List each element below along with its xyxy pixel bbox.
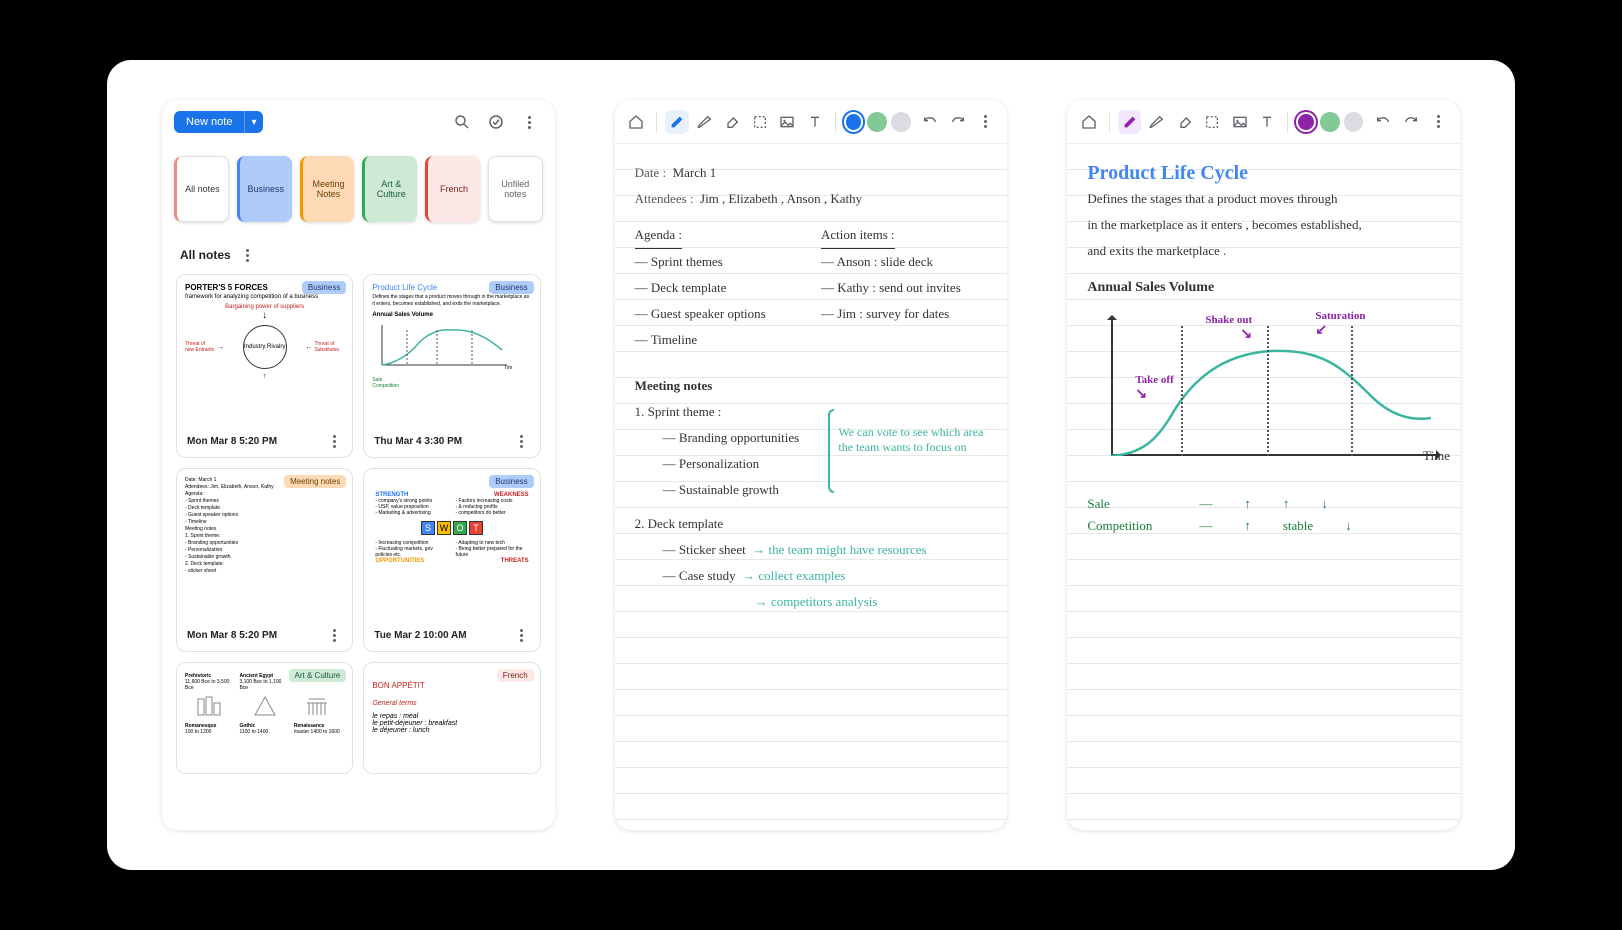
folder-french[interactable]: French (425, 156, 480, 222)
product-lifecycle-panel: Product Life Cycle Defines the stages th… (1067, 100, 1460, 830)
note-tag: French (497, 669, 534, 682)
brush-icon[interactable] (693, 110, 717, 134)
text-icon[interactable] (1256, 110, 1280, 134)
note-preview: French BON APPÉTIT General terms le repa… (364, 663, 539, 773)
home-icon[interactable] (1077, 110, 1101, 134)
note-footer: Mon Mar 8 5:20 PM (177, 619, 352, 651)
folder-all-notes[interactable]: All notes (174, 156, 229, 222)
note-footer: Thu Mar 4 3:30 PM (364, 425, 539, 457)
lifecycle-chart: Take off↘ Shake out↘ Saturation↙ Time (1087, 316, 1440, 476)
more-icon[interactable] (974, 110, 998, 134)
color-green[interactable] (867, 112, 887, 132)
select-icon[interactable] (748, 110, 772, 134)
note-more-icon[interactable] (514, 433, 530, 449)
eraser-icon[interactable] (1173, 110, 1197, 134)
image-icon[interactable] (1228, 110, 1252, 134)
checkmark-icon[interactable] (483, 109, 509, 135)
text-icon[interactable] (803, 110, 827, 134)
new-note-button[interactable]: New note (174, 111, 244, 133)
pen-icon[interactable] (1118, 110, 1142, 134)
note-preview: Art & Culture Prehistoric11,600 Bce to 3… (177, 663, 352, 773)
meeting-editor-panel: Date : March 1 Attendees : Jim , Elizabe… (615, 100, 1008, 830)
note-preview: Business STRENGTH- company's strong poin… (364, 469, 539, 619)
note-tag: Business (489, 475, 533, 488)
notes-list-panel: New note ▾ All notes Business Meeting No… (162, 100, 555, 830)
redo-icon[interactable] (1399, 110, 1423, 134)
search-icon[interactable] (449, 109, 475, 135)
new-note-dropdown[interactable]: ▾ (244, 111, 262, 133)
note-card[interactable]: Meeting notes Date: March 1 Attendees: J… (176, 468, 353, 652)
color-green[interactable] (1320, 112, 1340, 132)
app-frame: New note ▾ All notes Business Meeting No… (107, 60, 1515, 870)
brush-icon[interactable] (1145, 110, 1169, 134)
note-preview: Product Life Cycle Business Defines the … (364, 275, 539, 425)
note-tag: Meeting notes (284, 475, 346, 488)
folder-tabs: All notes Business Meeting Notes Art & C… (162, 144, 555, 230)
note-card[interactable]: Art & Culture Prehistoric11,600 Bce to 3… (176, 662, 353, 774)
x-axis-label: Time (1423, 448, 1450, 464)
more-icon[interactable] (1426, 110, 1450, 134)
eraser-icon[interactable] (720, 110, 744, 134)
folder-unfiled[interactable]: Unfiled notes (488, 156, 543, 222)
note-more-icon[interactable] (326, 627, 342, 643)
section-title: All notes (162, 230, 555, 274)
note-footer: Tue Mar 2 10:00 AM (364, 619, 539, 651)
section-more-icon[interactable] (239, 246, 257, 264)
note-card[interactable]: French BON APPÉTIT General terms le repa… (363, 662, 540, 774)
color-gray[interactable] (891, 112, 911, 132)
new-note-group: New note ▾ (174, 111, 263, 133)
pen-icon[interactable] (665, 110, 689, 134)
note-card[interactable]: PORTER'S 5 FORCES Business framework for… (176, 274, 353, 458)
image-icon[interactable] (775, 110, 799, 134)
note-card[interactable]: Product Life Cycle Business Defines the … (363, 274, 540, 458)
home-icon[interactable] (625, 110, 649, 134)
trend-table: Sale — ↑ ↑ ↓ Competition — ↑ stable ↓ (1087, 496, 1440, 534)
note-preview: Meeting notes Date: March 1 Attendees: J… (177, 469, 352, 619)
color-purple[interactable] (1296, 112, 1316, 132)
undo-icon[interactable] (1371, 110, 1395, 134)
note-card[interactable]: Business STRENGTH- company's strong poin… (363, 468, 540, 652)
color-gray[interactable] (1344, 112, 1364, 132)
svg-text:Time: Time (504, 365, 512, 371)
notes-toolbar: New note ▾ (162, 100, 555, 144)
folder-meeting-notes[interactable]: Meeting Notes (300, 156, 355, 222)
color-blue[interactable] (844, 112, 864, 132)
redo-icon[interactable] (946, 110, 970, 134)
note-title: Product Life Cycle (1087, 160, 1440, 186)
editor-canvas[interactable]: Date : March 1 Attendees : Jim , Elizabe… (615, 144, 1008, 830)
note-more-icon[interactable] (514, 627, 530, 643)
note-tag: Business (302, 281, 346, 294)
editor-canvas[interactable]: Product Life Cycle Defines the stages th… (1067, 144, 1460, 830)
more-icon[interactable] (517, 109, 543, 135)
notes-grid: PORTER'S 5 FORCES Business framework for… (162, 274, 555, 788)
note-footer: Mon Mar 8 5:20 PM (177, 425, 352, 457)
note-tag: Business (489, 281, 533, 294)
folder-business[interactable]: Business (237, 156, 292, 222)
editor-toolbar (615, 100, 1008, 144)
note-preview: PORTER'S 5 FORCES Business framework for… (177, 275, 352, 425)
chart-title: Annual Sales Volume (1087, 280, 1440, 296)
note-more-icon[interactable] (326, 433, 342, 449)
select-icon[interactable] (1201, 110, 1225, 134)
editor-toolbar (1067, 100, 1460, 144)
undo-icon[interactable] (919, 110, 943, 134)
folder-art-culture[interactable]: Art & Culture (362, 156, 417, 222)
note-tag: Art & Culture (289, 669, 347, 682)
